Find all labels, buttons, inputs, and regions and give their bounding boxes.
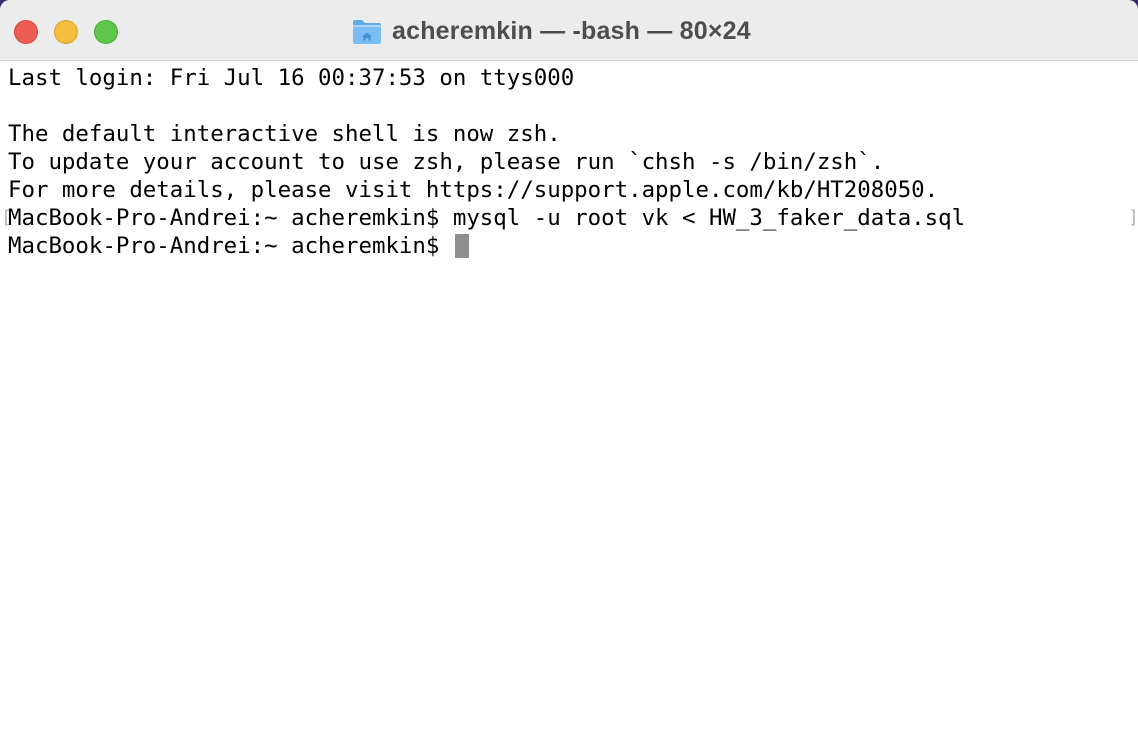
- command-mark-right: ]: [1128, 207, 1138, 228]
- terminal-line-last-login: Last login: Fri Jul 16 00:37:53 on ttys0…: [8, 65, 575, 91]
- close-button[interactable]: [14, 20, 38, 44]
- terminal-line-mysql-command: MacBook-Pro-Andrei:~ acheremkin$ mysql -…: [8, 205, 966, 231]
- maximize-button[interactable]: [94, 20, 118, 44]
- text-cursor: [454, 234, 469, 258]
- title-bar[interactable]: acheremkin — -bash — 80×24: [0, 0, 1138, 61]
- prompt-text: MacBook-Pro-Andrei:~ acheremkin$: [8, 233, 453, 259]
- window-title: acheremkin — -bash — 80×24: [392, 16, 751, 45]
- terminal-line-details-link: For more details, please visit https://s…: [8, 177, 939, 203]
- terminal-line-prompt[interactable]: MacBook-Pro-Andrei:~ acheremkin$: [8, 232, 469, 260]
- home-folder-icon: [353, 19, 381, 44]
- terminal-line-shell-notice: The default interactive shell is now zsh…: [8, 121, 561, 147]
- terminal-line-update-hint: To update your account to use zsh, pleas…: [8, 149, 885, 175]
- terminal-content[interactable]: Last login: Fri Jul 16 00:37:53 on ttys0…: [0, 62, 1138, 740]
- window-title-group: acheremkin — -bash — 80×24: [352, 16, 751, 46]
- minimize-button[interactable]: [54, 20, 78, 44]
- terminal-window: acheremkin — -bash — 80×24 Last login: F…: [0, 0, 1138, 740]
